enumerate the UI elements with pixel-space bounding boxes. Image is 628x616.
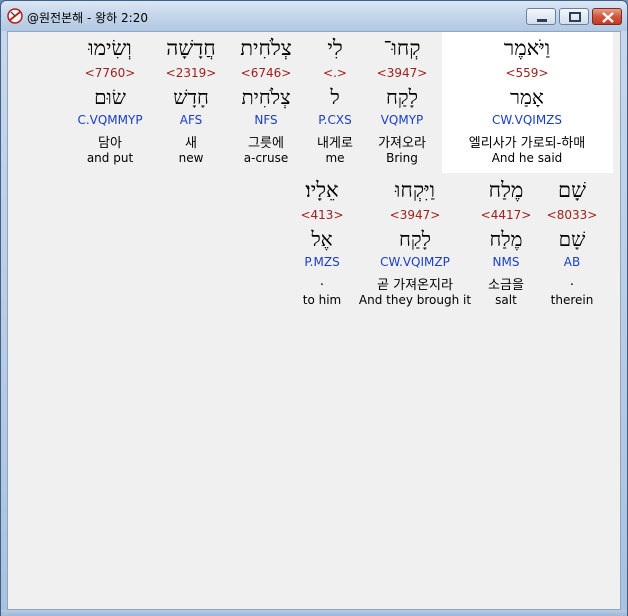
strong-number[interactable]: <559>: [486, 66, 568, 80]
hebrew-root: שׂוּם: [94, 85, 126, 109]
close-button[interactable]: [592, 8, 622, 25]
morphology-code: C.VQMMYP: [77, 113, 143, 127]
interlinear-panel: וַיֹּאמֶר <559> אָמַר CW.VQIMZS 엘리사가 가로되…: [7, 31, 621, 610]
strong-number[interactable]: <4417>: [465, 208, 547, 222]
hebrew-root: חָדָשׁ: [173, 85, 209, 109]
english-gloss: And he said: [491, 151, 563, 165]
korean-gloss: 담아: [98, 136, 122, 151]
hebrew-root: אָמַר: [510, 85, 544, 109]
hebrew-root: אֶל: [311, 227, 333, 251]
hebrew-word: אֵלָיו׃: [305, 178, 339, 202]
strong-number[interactable]: <7760>: [69, 66, 151, 80]
strong-number[interactable]: <3947>: [374, 208, 456, 222]
hebrew-word: וַיִּקְחוּ: [395, 178, 435, 202]
english-gloss: to him: [302, 293, 342, 307]
title-bar[interactable]: @원전본해 - 왕하 2:20: [1, 1, 627, 31]
maximize-button[interactable]: [559, 8, 589, 25]
strong-number[interactable]: <2319>: [150, 66, 232, 80]
hebrew-word: מֶלַח: [488, 178, 524, 202]
close-icon: [602, 12, 614, 23]
hebrew-word: חֲדָשָׁה: [166, 36, 216, 60]
morphology-code: CW.VQIMZP: [380, 255, 450, 269]
morphology-code: P.MZS: [304, 255, 340, 269]
maximize-icon: [569, 12, 581, 22]
korean-gloss: 엘리사가 가로되-하매: [468, 136, 586, 151]
morphology-code: AFS: [179, 113, 203, 127]
app-window: @원전본해 - 왕하 2:20 וַיֹּאמֶר <559> אָמַר CW…: [0, 0, 628, 616]
hebrew-word: וַיֹּאמֶר: [503, 36, 551, 60]
window-title: @원전본해 - 왕하 2:20: [27, 11, 148, 25]
hebrew-word: צְלֹחִית: [240, 36, 292, 60]
strong-number[interactable]: <6746>: [225, 66, 307, 80]
english-gloss: and put: [86, 151, 134, 165]
morphology-code: CW.VQIMZS: [491, 113, 563, 127]
window-bottom-border: [1, 610, 627, 616]
app-icon: [7, 8, 23, 24]
minimize-icon: [537, 19, 547, 22]
morphology-code: NFS: [254, 113, 278, 127]
minimize-button[interactable]: [526, 8, 556, 25]
morphology-code: NMS: [492, 255, 520, 269]
hebrew-root: צְלֹחִית: [241, 85, 291, 109]
hebrew-root: לָקַח: [399, 227, 431, 251]
hebrew-word: וְשִׂימוּ: [88, 36, 132, 60]
hebrew-root: מֶלַח: [489, 227, 523, 251]
korean-gloss: .: [319, 274, 325, 289]
strong-number[interactable]: <413>: [281, 208, 363, 222]
